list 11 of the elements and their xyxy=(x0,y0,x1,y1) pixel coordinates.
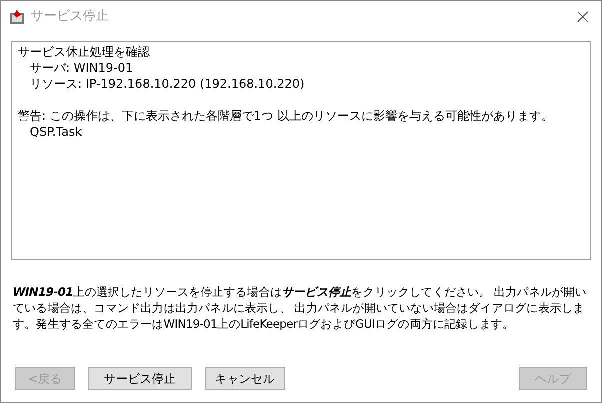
close-icon[interactable] xyxy=(577,11,589,23)
output-line: 警告: この操作は、下に表示された各階層で1つ 以上のリソースに影響を与える可能性があります。 xyxy=(18,108,554,124)
instruction-text: WIN19-01上の選択したリソースを停止する場合はサービス停止をクリックしてください。 出力パネルが開いている場合は、コマンド出力は出力パネルに表示し、 出力パネルが開いていない場合はダイアログに表示します。発生する全てのエラーはWIN19-01上のLifeKeeperログおよびGUIログの両方に記録します。 xyxy=(13,284,588,332)
output-line: サーバ: WIN19-01 xyxy=(30,60,134,76)
output-line: QSP.Task xyxy=(30,124,82,140)
dialog-button[interactable]: キャンセル xyxy=(205,367,285,390)
output-line: リソース: IP-192.168.10.220 (192.168.10.220) xyxy=(30,76,305,92)
window-title: サービス停止 xyxy=(31,8,109,26)
dialog-button[interactable]: サービス停止 xyxy=(88,367,192,390)
output-line: サービス休止処理を確認 xyxy=(18,44,150,60)
app-icon xyxy=(9,9,25,25)
